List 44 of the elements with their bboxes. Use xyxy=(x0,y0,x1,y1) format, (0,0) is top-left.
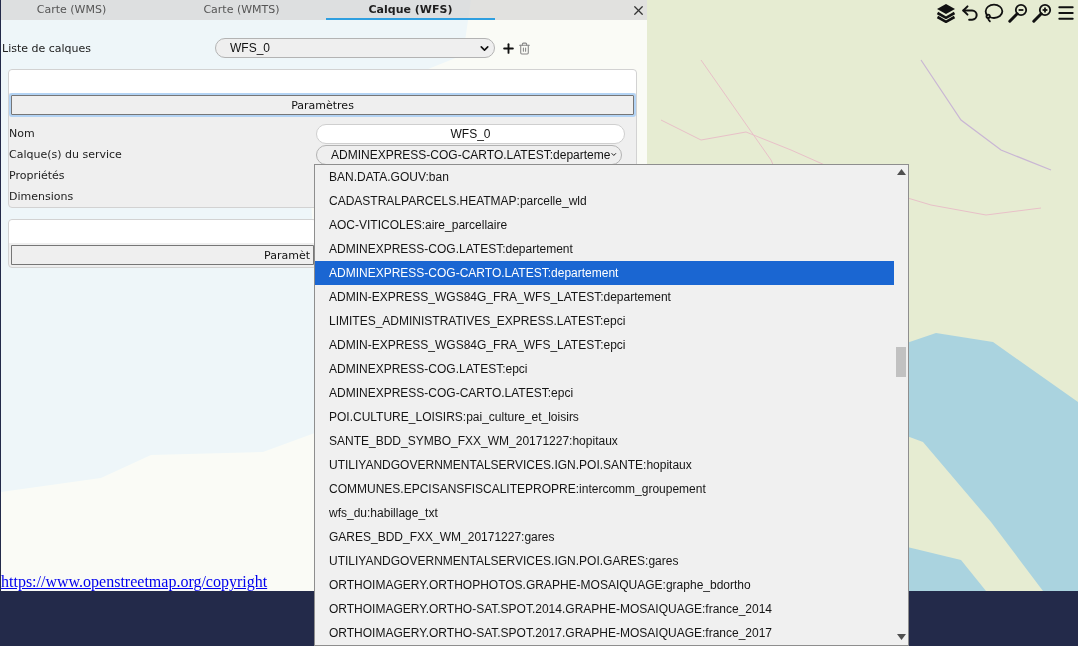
dropdown-option[interactable]: wfs_du:habillage_txt xyxy=(315,501,894,525)
dropdown-option[interactable]: UTILIYANDGOVERNMENTALSERVICES.IGN.POI.SANTE:hopitaux xyxy=(315,453,894,477)
zoom-out-icon[interactable] xyxy=(1008,3,1028,23)
layer-select[interactable]: WFS_0 xyxy=(215,38,495,58)
tab[interactable]: Carte (WMTS) xyxy=(157,0,326,20)
parameters-button[interactable]: Paramètres xyxy=(9,93,636,117)
undo-icon[interactable] xyxy=(960,3,980,23)
dropdown-option[interactable]: ADMIN-EXPRESS_WGS84G_FRA_WFS_LATEST:departement xyxy=(315,285,894,309)
dropdown-option[interactable]: ORTHOIMAGERY.ORTHO-SAT.SPOT.2017.GRAPHE-MOSAIQUAGE:france_2017 xyxy=(315,621,894,645)
dropdown-option[interactable]: GARES_BDD_FXX_WM_20171227:gares xyxy=(315,525,894,549)
layers-icon[interactable] xyxy=(936,3,956,23)
dropdown-option[interactable]: CADASTRALPARCELS.HEATMAP:parcelle_wld xyxy=(315,189,894,213)
dropdown-option[interactable]: ADMINEXPRESS-COG.LATEST:epci xyxy=(315,357,894,381)
dropdown-option[interactable]: ADMIN-EXPRESS_WGS84G_FRA_WFS_LATEST:epci xyxy=(315,333,894,357)
tab[interactable]: Carte (WMS) xyxy=(1,0,142,20)
dropdown-option[interactable]: ADMINEXPRESS-COG-CARTO.LATEST:departement xyxy=(315,261,894,285)
plus-icon[interactable] xyxy=(501,40,516,56)
parameters-button[interactable]: Paramèt xyxy=(9,243,316,267)
layer-list-label: Liste de calques xyxy=(2,41,93,55)
dropdown-option[interactable]: ADMINEXPRESS-COG-CARTO.LATEST:epci xyxy=(315,381,894,405)
dropdown-option[interactable]: ORTHOIMAGERY.ORTHO-SAT.SPOT.2014.GRAPHE-MOSAIQUAGE:france_2014 xyxy=(315,597,894,621)
dropdown-option[interactable]: COMMUNES.EPCISANSFISCALITEPROPRE:intercomm_groupement xyxy=(315,477,894,501)
scrollbar-thumb[interactable] xyxy=(896,347,906,377)
dropdown-option[interactable]: POI.CULTURE_LOISIRS:pai_culture_et_loisirs xyxy=(315,405,894,429)
menu-icon[interactable] xyxy=(1056,3,1076,23)
caret-down-icon[interactable] xyxy=(896,634,906,640)
dropdown-option[interactable]: LIMITES_ADMINISTRATIVES_EXPRESS.LATEST:epci xyxy=(315,309,894,333)
dropdown-option[interactable]: ADMINEXPRESS-COG.LATEST:departement xyxy=(315,237,894,261)
service-layer-select[interactable]: ADMINEXPRESS-COG-CARTO.LATEST:departeme xyxy=(316,144,622,165)
dropdown-option[interactable]: UTILIYANDGOVERNMENTALSERVICES.IGN.POI.GARES:gares xyxy=(315,549,894,573)
tab[interactable]: Calque (WFS) xyxy=(326,0,495,20)
lasso-icon[interactable] xyxy=(984,3,1004,23)
zoom-in-icon[interactable] xyxy=(1032,3,1052,23)
field-label: Calque(s) du service xyxy=(9,148,123,161)
dropdown-option[interactable]: BAN.DATA.GOUV:ban xyxy=(315,165,894,189)
field-label: Dimensions xyxy=(9,190,75,203)
dropdown-option[interactable]: SANTE_BDD_SYMBO_FXX_WM_20171227:hopitaux xyxy=(315,429,894,453)
dropdown-option[interactable]: AOC-VITICOLES:aire_parcellaire xyxy=(315,213,894,237)
name-field[interactable]: WFS_0 xyxy=(316,123,625,144)
attribution-link[interactable]: https://www.openstreetmap.org/copyright xyxy=(1,573,268,591)
field-label: Propriétés xyxy=(9,169,66,182)
field-label: Nom xyxy=(9,127,36,140)
caret-up-icon[interactable] xyxy=(896,169,906,175)
dropdown-option[interactable]: ORTHOIMAGERY.ORTHOPHOTOS.GRAPHE-MOSAIQUAGE:graphe_bdortho xyxy=(315,573,894,597)
